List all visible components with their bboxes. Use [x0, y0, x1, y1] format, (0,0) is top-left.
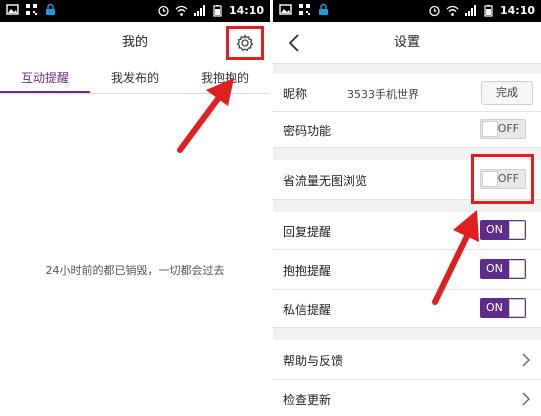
- status-bar: 14:10: [0, 0, 270, 22]
- gear-icon: [236, 34, 254, 52]
- red-arrow-annotation: [432, 210, 479, 305]
- toggle-state: ON: [486, 301, 503, 314]
- check-update-row[interactable]: 检查更新: [273, 380, 541, 416]
- toggle-knob: [509, 299, 525, 317]
- chevron-right-icon: [522, 353, 530, 367]
- message-reminder-label: 私信提醒: [283, 303, 332, 317]
- toggle-knob: [509, 260, 525, 278]
- settings-header: 设置: [273, 22, 541, 64]
- tab-my-posts[interactable]: 我发布的: [90, 64, 180, 93]
- toggle-state: OFF: [497, 122, 519, 135]
- data-saver-label: 省流量无图浏览: [283, 174, 368, 188]
- red-arrow-annotation: [177, 78, 234, 153]
- message-reminder-row: 私信提醒 ON: [273, 290, 541, 328]
- help-feedback-label: 帮助与反馈: [283, 354, 344, 368]
- highlight-box-annotation: [471, 154, 534, 204]
- nickname-label: 昵称: [283, 87, 308, 101]
- help-feedback-row[interactable]: 帮助与反馈: [273, 340, 541, 380]
- nickname-row: 昵称 3533手机世界 完成: [273, 74, 541, 112]
- toggle-state: ON: [486, 223, 503, 236]
- password-label: 密码功能: [283, 124, 332, 138]
- toggle-knob: [482, 121, 498, 137]
- status-time: 14:10: [228, 4, 264, 17]
- tab-interaction-reminders[interactable]: 互动提醒: [0, 64, 90, 93]
- check-update-label: 检查更新: [283, 393, 332, 407]
- signal-icon: [464, 5, 476, 16]
- hug-reminder-label: 抱抱提醒: [283, 264, 332, 278]
- nickname-field[interactable]: 3533手机世界: [347, 86, 419, 102]
- wifi-icon: [175, 5, 188, 16]
- image-icon: [6, 4, 19, 15]
- lock-app-icon: [46, 3, 55, 15]
- wifi-icon: [446, 5, 459, 16]
- my-page-screen: 14:10 我的 互动提醒 我发布的 我抱抱的 24小时前的都已销毁，一切都会过…: [0, 0, 270, 416]
- image-icon: [279, 4, 292, 15]
- password-toggle[interactable]: OFF: [480, 119, 526, 139]
- lock-app-icon: [319, 3, 328, 15]
- done-button[interactable]: 完成: [481, 81, 533, 105]
- toggle-knob: [509, 221, 525, 239]
- hug-reminder-row: 抱抱提醒 ON: [273, 250, 541, 290]
- page-title: 设置: [393, 35, 420, 50]
- battery-icon: [484, 5, 493, 17]
- qr-icon: [26, 4, 37, 15]
- alarm-icon: [429, 5, 440, 17]
- alarm-icon: [158, 5, 169, 17]
- settings-button[interactable]: [226, 26, 264, 60]
- signal-icon: [193, 5, 205, 16]
- password-row: 密码功能 OFF: [273, 112, 541, 148]
- status-bar: 14:10: [273, 0, 541, 22]
- reply-reminder-row: 回复提醒 ON: [273, 212, 541, 250]
- status-time: 14:10: [499, 4, 535, 17]
- reply-reminder-label: 回复提醒: [283, 225, 332, 239]
- toggle-state: ON: [486, 262, 503, 275]
- empty-state-message: 24小时前的都已销毁，一切都会过去: [45, 264, 225, 277]
- chevron-right-icon: [522, 392, 530, 406]
- battery-icon: [213, 5, 222, 17]
- qr-icon: [299, 4, 310, 15]
- settings-screen: 14:10 设置 昵称 3533手机世界 完成 密码功能 OFF 省流量无图浏览…: [273, 0, 541, 416]
